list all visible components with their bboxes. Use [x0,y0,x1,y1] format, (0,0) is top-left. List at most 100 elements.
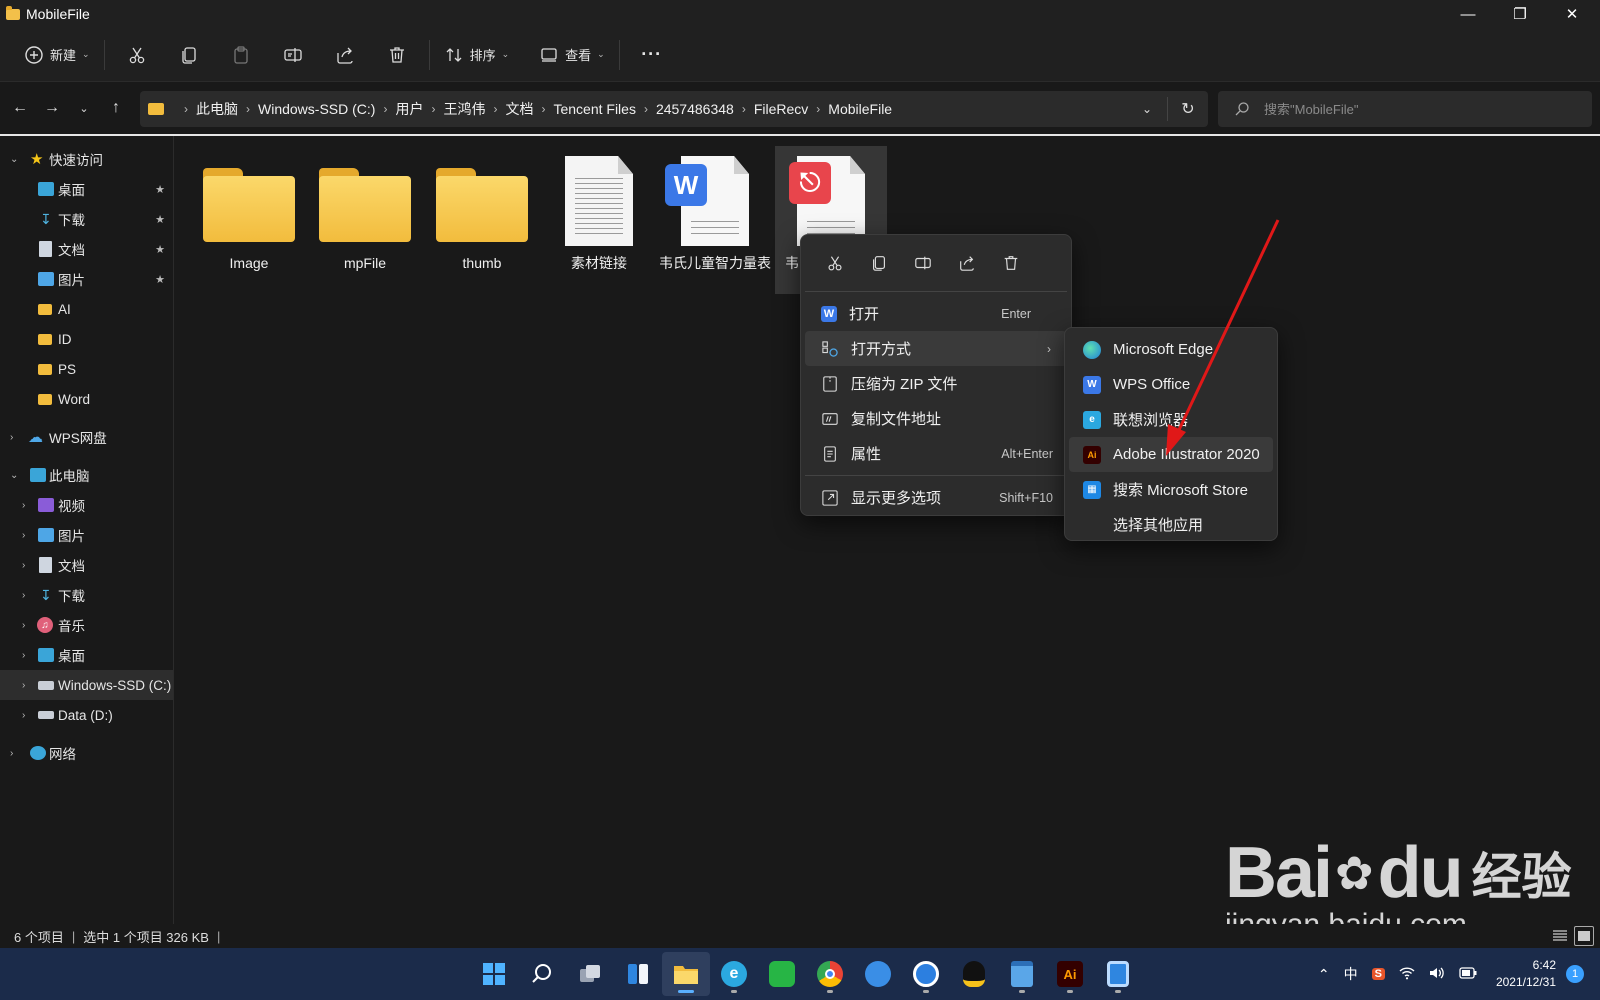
paste-button[interactable] [215,37,267,73]
context-cut-button[interactable] [813,247,857,279]
wifi-icon[interactable] [1399,966,1415,983]
chevron-up-icon[interactable]: ⌃ [1318,966,1330,983]
sort-button[interactable]: 排序 ⌄ [436,37,518,73]
large-icons-view-button[interactable] [1574,926,1594,946]
context-share-button[interactable] [945,247,989,279]
breadcrumb-drive[interactable]: Windows-SSD (C:) [258,101,375,117]
file-item-thumb[interactable]: thumb [426,146,538,272]
address-history-button[interactable]: ⌄ [1127,93,1167,125]
menu-item-copy-path[interactable]: 复制文件地址 [805,401,1067,436]
sidebar-item-network[interactable]: › 网络 [0,738,173,768]
minimize-button[interactable]: — [1442,0,1494,28]
breadcrumb-users[interactable]: 用户 [395,99,423,119]
sidebar-item-pictures[interactable]: 图片 ★ [0,264,173,294]
taskbar-notepad[interactable] [998,952,1046,996]
taskbar-file-explorer[interactable] [662,952,710,996]
widgets-button[interactable] [614,952,662,996]
menu-item-open[interactable]: W 打开 Enter [805,296,1067,331]
sidebar-item-pc-desktop[interactable]: › 桌面 [0,640,173,670]
file-item-wechsler-scale[interactable]: 韦氏儿童智力量表 W [659,146,771,272]
view-button[interactable]: 查看 ⌄ [531,37,613,73]
menu-item-show-more-options[interactable]: 显示更多选项 Shift+F10 [805,480,1067,515]
open-with-illustrator[interactable]: Ai Adobe Illustrator 2020 [1069,437,1273,472]
file-item-image[interactable]: Image [193,146,305,272]
taskbar-cloud-app[interactable] [902,952,950,996]
back-button[interactable]: ← [4,92,36,124]
sidebar-item-id[interactable]: ID [0,324,173,354]
menu-item-properties[interactable]: 属性 Alt+Enter [805,436,1067,471]
sidebar-item-word[interactable]: Word [0,384,173,414]
ime-indicator[interactable]: 中 [1344,964,1358,984]
sidebar-item-c-drive[interactable]: › Windows-SSD (C:) [0,670,173,700]
sidebar-item-this-pc[interactable]: ⌄ 此电脑 [0,460,173,490]
file-item-mpfile[interactable]: mpFile [309,146,421,272]
menu-item-open-with[interactable]: 打开方式 › [805,331,1067,366]
search-box[interactable] [1218,91,1592,127]
clock[interactable]: 6:42 2021/12/31 [1496,957,1556,991]
taskbar-illustrator[interactable]: Ai [1046,952,1094,996]
breadcrumb-account[interactable]: 2457486348 [656,101,734,117]
breadcrumb-documents[interactable]: 文档 [505,99,533,119]
volume-icon[interactable] [1429,966,1445,983]
sidebar-item-pc-documents[interactable]: › 文档 [0,550,173,580]
taskbar-feishu[interactable] [854,952,902,996]
file-item-material-links[interactable]: 素材链接 [543,146,655,272]
open-with-edge[interactable]: Microsoft Edge [1069,332,1273,367]
breadcrumb-user[interactable]: 王鸿伟 [443,99,485,119]
sidebar-item-d-drive[interactable]: › Data (D:) [0,700,173,730]
sidebar-item-music[interactable]: › ♫ 音乐 [0,610,173,640]
sidebar-item-documents[interactable]: 文档 ★ [0,234,173,264]
search-input[interactable] [1264,101,1564,117]
sidebar-item-downloads[interactable]: ↧ 下载 ★ [0,204,173,234]
breadcrumb-this-pc[interactable]: 此电脑 [196,99,238,119]
pin-icon[interactable]: ★ [155,243,165,256]
taskbar-app-green[interactable] [758,952,806,996]
breadcrumb-tencent-files[interactable]: Tencent Files [553,101,635,117]
open-with-lenovo-browser[interactable]: e 联想浏览器 [1069,402,1273,437]
pin-icon[interactable]: ★ [155,183,165,196]
open-with-choose-other[interactable]: 选择其他应用 [1069,507,1273,542]
pin-icon[interactable]: ★ [155,213,165,226]
pin-icon[interactable]: ★ [155,273,165,286]
context-delete-button[interactable] [989,247,1033,279]
open-with-store-search[interactable]: ▦ 搜索 Microsoft Store [1069,472,1273,507]
restore-button[interactable]: ❐ [1494,0,1546,28]
new-button[interactable]: 新建 ⌄ [16,37,98,73]
forward-button[interactable]: → [36,92,68,124]
sidebar-item-pc-downloads[interactable]: › ↧ 下载 [0,580,173,610]
menu-item-compress-zip[interactable]: 压缩为 ZIP 文件 [805,366,1067,401]
breadcrumb-filerecv[interactable]: FileRecv [754,101,808,117]
taskbar-chrome[interactable] [806,952,854,996]
sidebar-item-videos[interactable]: › 视频 [0,490,173,520]
details-view-button[interactable] [1550,926,1570,946]
taskbar-browser[interactable]: e [710,952,758,996]
sidebar-item-ps[interactable]: PS [0,354,173,384]
taskbar-search-button[interactable] [518,952,566,996]
context-copy-button[interactable] [857,247,901,279]
refresh-button[interactable]: ↻ [1168,93,1208,125]
copy-button[interactable] [163,37,215,73]
sidebar-item-desktop[interactable]: 桌面 ★ [0,174,173,204]
sogou-icon[interactable]: S [1371,968,1385,980]
notification-badge[interactable]: 1 [1566,965,1584,983]
taskbar-qq[interactable] [950,952,998,996]
sidebar-item-pc-pictures[interactable]: › 图片 [0,520,173,550]
battery-icon[interactable] [1459,966,1477,982]
sidebar-item-ai[interactable]: AI [0,294,173,324]
delete-button[interactable] [371,37,423,73]
start-button[interactable] [470,952,518,996]
share-button[interactable] [319,37,371,73]
more-options-button[interactable]: ··· [626,37,678,73]
rename-button[interactable] [267,37,319,73]
sidebar-item-quick-access[interactable]: ⌄ ★ 快速访问 [0,144,173,174]
open-with-wps[interactable]: W WPS Office [1069,367,1273,402]
taskbar-phone-link[interactable] [1094,952,1142,996]
context-rename-button[interactable] [901,247,945,279]
breadcrumb-mobilefile[interactable]: MobileFile [828,101,892,117]
address-bar[interactable]: › 此电脑 › Windows-SSD (C:) › 用户 › 王鸿伟 › 文档… [140,91,1208,127]
recent-locations-button[interactable]: ⌄ [68,92,100,124]
close-button[interactable]: ✕ [1546,0,1598,28]
task-view-button[interactable] [566,952,614,996]
cut-button[interactable] [111,37,163,73]
up-button[interactable]: ↑ [100,92,132,124]
